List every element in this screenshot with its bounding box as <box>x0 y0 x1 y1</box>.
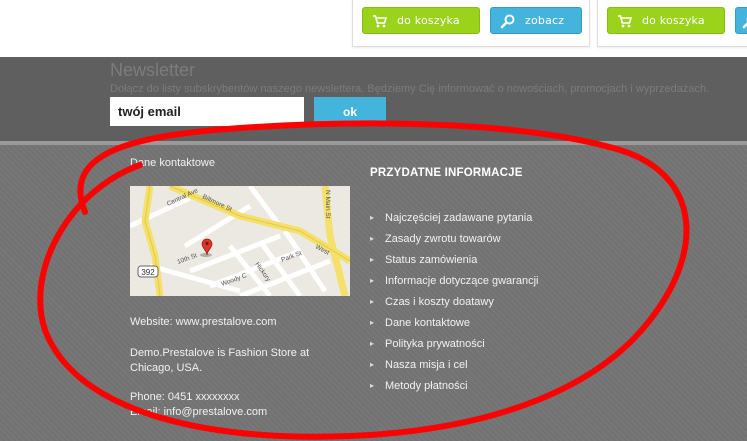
newsletter-email-input[interactable] <box>110 97 304 126</box>
info-link-privacy[interactable]: ▸ Polityka prywatności <box>370 333 538 354</box>
info-link-returns[interactable]: ▸ Zasady zwrotu towarów <box>370 228 538 249</box>
info-link-order-status[interactable]: ▸ Status zamówienia <box>370 249 538 270</box>
search-icon <box>500 13 516 29</box>
add-to-cart-label: do koszyka <box>642 14 705 27</box>
product-card: do koszyka <box>597 0 747 47</box>
search-icon <box>742 13 747 29</box>
contact-email: Email: info@prestalove.com <box>130 406 268 418</box>
bullet-icon: ▸ <box>370 276 375 285</box>
info-link-shipping[interactable]: ▸ Czas i koszty doatawy <box>370 291 538 312</box>
contact-phone: Phone: 0451 xxxxxxxx <box>130 391 240 403</box>
add-to-cart-label: do koszyka <box>397 14 460 27</box>
location-map[interactable]: 392 Central Ave Biltmore St N Main St 10… <box>130 186 350 296</box>
contact-heading: Dane kontaktowe <box>130 157 215 169</box>
route-shield-label: 392 <box>141 268 155 277</box>
bullet-icon: ▸ <box>370 297 375 306</box>
bullet-icon: ▸ <box>370 255 375 264</box>
view-button[interactable] <box>735 7 747 34</box>
bullet-icon: ▸ <box>370 213 375 222</box>
newsletter-section: Newsletter Dołącz do listy subskrybentów… <box>0 57 747 141</box>
newsletter-title: Newsletter <box>110 60 196 80</box>
add-to-cart-button[interactable]: do koszyka <box>362 7 480 34</box>
contact-website: Website: www.prestalove.com <box>130 316 277 328</box>
footer: Dane kontaktowe 392 Central Ave Biltmore… <box>0 145 747 441</box>
bullet-icon: ▸ <box>370 318 375 327</box>
info-link-faq[interactable]: ▸ Najczęściej zadawane pytania <box>370 207 538 228</box>
product-strip: do koszyka zobacz do koszyka <box>0 0 747 57</box>
bullet-icon: ▸ <box>370 234 375 243</box>
bullet-icon: ▸ <box>370 381 375 390</box>
view-label: zobacz <box>525 14 565 27</box>
cart-icon <box>617 13 633 29</box>
product-card: do koszyka zobacz <box>352 0 590 47</box>
newsletter-description: Dołącz do listy subskrybentów naszego ne… <box>110 83 710 95</box>
cart-icon <box>372 13 388 29</box>
newsletter-submit-button[interactable]: ok <box>314 97 386 126</box>
bullet-icon: ▸ <box>370 339 375 348</box>
bullet-icon: ▸ <box>370 360 375 369</box>
map-label-main: N Main St <box>324 190 331 219</box>
view-button[interactable]: zobacz <box>490 7 582 34</box>
useful-info-heading: PRZYDATNE INFORMACJE <box>370 167 523 179</box>
info-link-payment[interactable]: ▸ Metody płatności <box>370 375 538 396</box>
add-to-cart-button[interactable]: do koszyka <box>607 7 725 34</box>
info-link-contact[interactable]: ▸ Dane kontaktowe <box>370 312 538 333</box>
info-link-mission[interactable]: ▸ Nasza misja i cel <box>370 354 538 375</box>
info-link-warranty[interactable]: ▸ Informacje dotyczące gwarancji <box>370 270 538 291</box>
contact-company-description: Demo.Prestalove is Fashion Store at Chic… <box>130 347 310 374</box>
useful-info-list: ▸ Najczęściej zadawane pytania ▸ Zasady zw… <box>370 207 538 396</box>
